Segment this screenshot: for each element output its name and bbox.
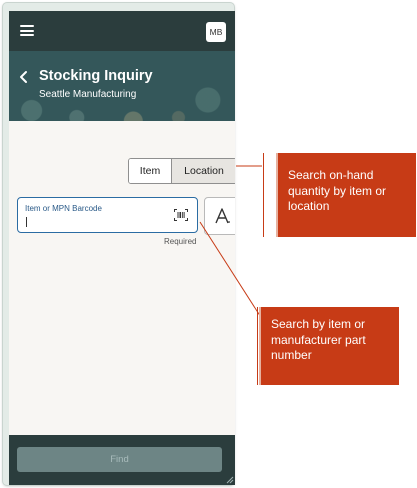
callout-text: Search on-hand quantity by item or locat… — [288, 168, 387, 213]
callout-leader-lines — [199, 165, 265, 323]
callout-search-field: Search by item or manufacturer part numb… — [259, 307, 399, 385]
callout-search-mode: Search on-hand quantity by item or locat… — [276, 153, 416, 237]
callout-text: Search by item or manufacturer part numb… — [271, 317, 366, 362]
callout-bracket — [263, 153, 264, 237]
callout-bracket — [257, 307, 258, 385]
